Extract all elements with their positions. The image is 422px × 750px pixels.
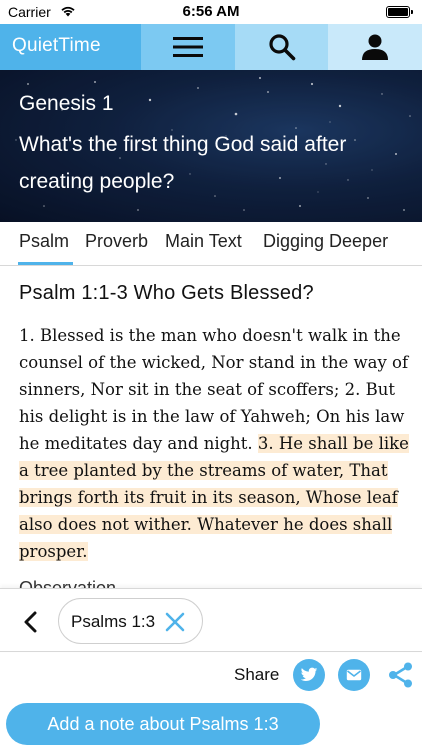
app-bar: QuietTime [0,24,422,70]
search-icon [268,34,295,61]
back-button[interactable] [16,607,46,637]
tab-selected-indicator [18,262,73,265]
selected-verse-label: Psalms 1:3 [71,612,156,631]
reading-tabs: Psalm Proverb Main Text Digging Deeper [0,222,422,266]
menu-icon [173,37,203,57]
twitter-icon [300,667,318,681]
tab-psalm[interactable]: Psalm [19,231,69,252]
daily-question-banner[interactable]: Genesis 1 What's the first thing God sai… [0,70,422,222]
passage-title: Psalm 1:1-3 Who Gets Blessed? [19,282,314,304]
verse-selection-bar: Psalms 1:3 [0,588,422,652]
battery-icon [386,6,413,18]
clock: 6:56 AM [182,3,240,20]
menu-button[interactable] [141,24,235,70]
hero-reference: Genesis 1 [19,92,114,115]
chevron-left-icon [24,611,37,633]
close-icon[interactable] [163,610,187,634]
tab-proverb[interactable]: Proverb [85,231,148,252]
selected-verse-chip[interactable]: Psalms 1:3 [58,598,203,644]
hero-question: What's the first thing God said after cr… [19,133,347,193]
add-note-button[interactable]: Add a note about Psalms 1:3 [6,703,320,745]
tab-main-text[interactable]: Main Text [165,231,242,252]
profile-icon [362,34,388,60]
share-more-button[interactable] [384,659,416,691]
share-icon [389,662,412,688]
search-button[interactable] [235,24,328,70]
share-twitter-button[interactable] [293,659,325,691]
next-section-heading: Observation [19,578,117,588]
share-mail-button[interactable] [338,659,370,691]
app-title: QuietTime [12,35,101,56]
mail-icon [346,669,362,681]
status-bar: Carrier 6:56 AM [0,0,422,24]
share-label: Share [234,665,280,684]
profile-button[interactable] [328,24,422,70]
passage-text[interactable]: 1. Blessed is the man who doesn't walk i… [19,322,409,565]
passage-highlighted-verse[interactable]: 3. He shall be like a tree planted by th… [19,434,409,561]
tab-digging-deeper[interactable]: Digging Deeper [263,231,388,252]
